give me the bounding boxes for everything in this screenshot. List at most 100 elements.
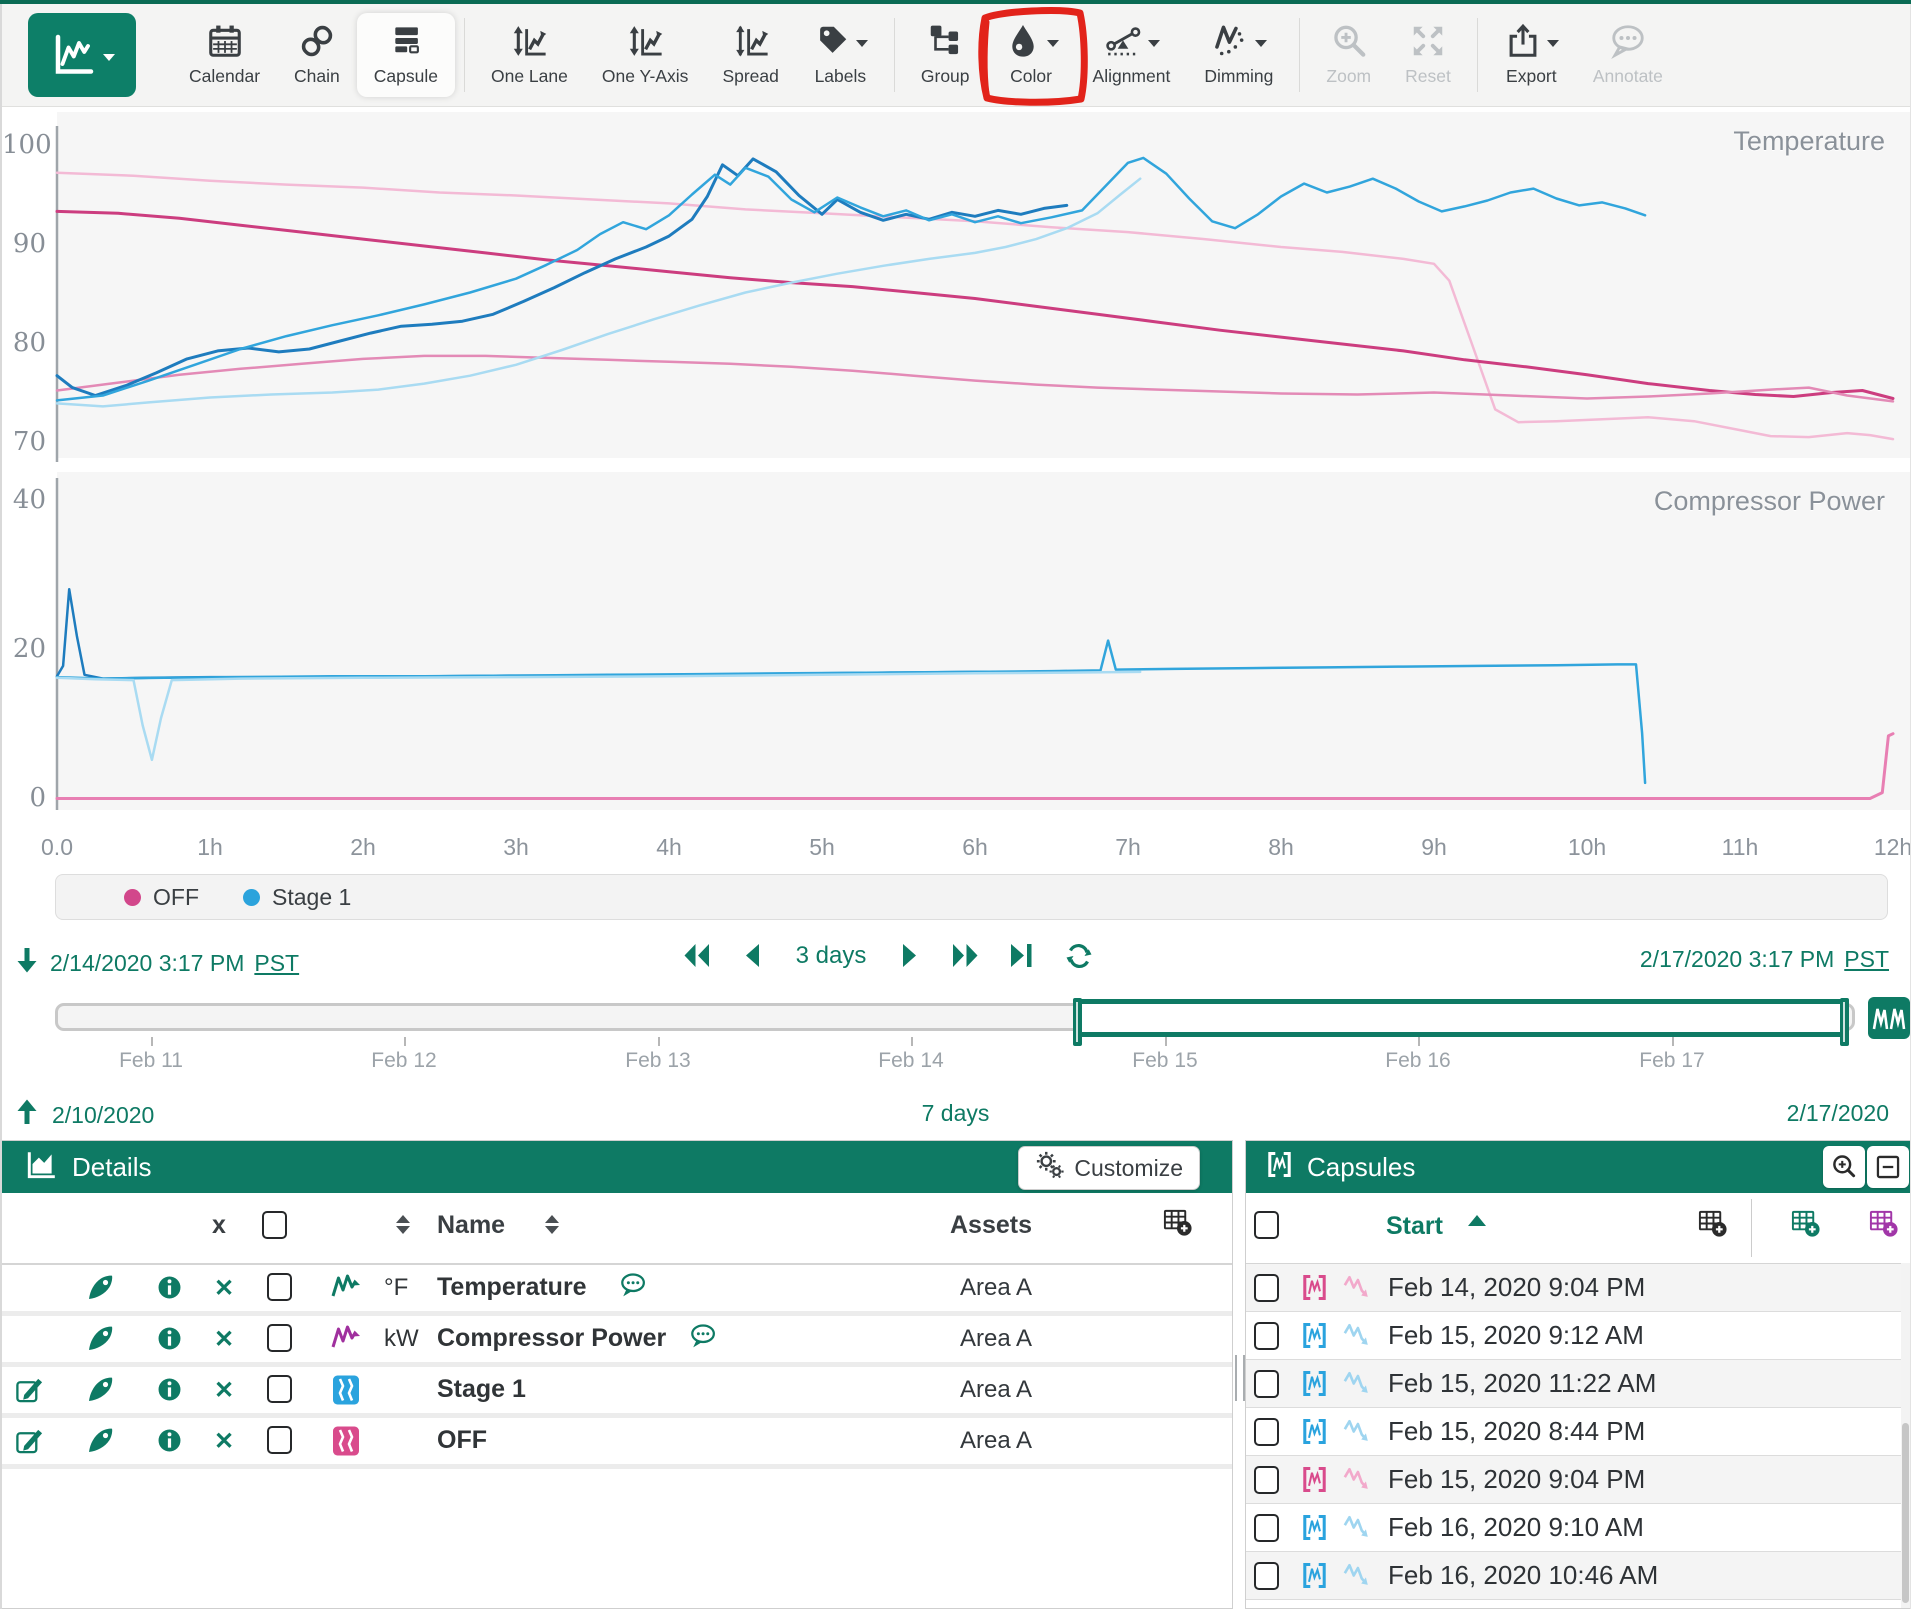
capsule-checkbox[interactable]	[1254, 1274, 1279, 1302]
step-forward-button[interactable]	[893, 942, 923, 970]
info-button[interactable]	[156, 1427, 183, 1459]
lane-temperature[interactable]	[50, 112, 1911, 468]
row-checkbox[interactable]	[267, 1324, 292, 1352]
remove-button[interactable]: ✕	[214, 1427, 234, 1456]
toolbar-button-labels[interactable]: Labels	[796, 13, 885, 97]
capsule-checkbox[interactable]	[1254, 1418, 1279, 1446]
info-button[interactable]	[156, 1325, 183, 1357]
capsule-start-time[interactable]: Feb 14, 2020 9:04 PM	[1388, 1272, 1645, 1303]
display-range-end[interactable]: 2/17/2020 3:17 PM PST	[1640, 946, 1889, 973]
customize-button[interactable]: Customize	[1018, 1146, 1200, 1190]
add-stat-column-magenta-button[interactable]	[1867, 1208, 1900, 1244]
capsule-start-time[interactable]: Feb 16, 2020 10:46 AM	[1388, 1560, 1658, 1591]
add-column-button[interactable]	[1161, 1207, 1194, 1243]
pin-button[interactable]	[84, 1323, 116, 1360]
details-row[interactable]: ✕ OFF Area A	[0, 1418, 1232, 1469]
lane-power[interactable]	[50, 472, 1911, 820]
slider-selection[interactable]	[1075, 999, 1847, 1037]
step-forward-large-button[interactable]	[950, 942, 980, 970]
capsule-row[interactable]: Feb 14, 2020 9:04 PM	[1246, 1264, 1911, 1312]
row-checkbox[interactable]	[267, 1375, 292, 1403]
capsule-start-time[interactable]: Feb 15, 2020 8:44 PM	[1388, 1416, 1645, 1447]
info-button[interactable]	[156, 1376, 183, 1408]
toolbar-button-dimming[interactable]: Dimming	[1187, 13, 1290, 97]
slider-handle-left[interactable]	[1073, 998, 1082, 1046]
details-row[interactable]: ✕ kW Compressor Power Area A	[0, 1316, 1232, 1367]
toolbar-button-calendar[interactable]: Calendar	[172, 13, 277, 97]
sort-toggle[interactable]	[545, 1215, 559, 1234]
annotate-button[interactable]	[689, 1322, 719, 1357]
legend-item[interactable]: Stage 1	[243, 884, 351, 911]
details-row[interactable]: ✕ °F Temperature Area A	[0, 1265, 1232, 1316]
remove-button[interactable]: ✕	[214, 1274, 234, 1303]
zoom-to-capsule-button[interactable]	[1823, 1146, 1865, 1188]
remove-button[interactable]: ✕	[214, 1376, 234, 1405]
add-column-button[interactable]	[1696, 1208, 1729, 1244]
row-checkbox[interactable]	[267, 1426, 292, 1454]
investigate-duration[interactable]: 7 days	[0, 1100, 1911, 1127]
capsule-checkbox[interactable]	[1254, 1562, 1279, 1590]
add-stat-column-green-button[interactable]	[1789, 1208, 1822, 1244]
toolbar-button-group[interactable]: Group	[904, 13, 987, 97]
capsule-start-time[interactable]: Feb 15, 2020 9:12 AM	[1388, 1320, 1644, 1351]
asset-label[interactable]: Area A	[960, 1427, 1032, 1455]
info-button[interactable]	[156, 1274, 183, 1306]
assets-column-header[interactable]: Assets	[950, 1211, 1032, 1240]
toolbar-button-one-y-axis[interactable]: One Y-Axis	[585, 13, 706, 97]
start-column-header[interactable]: Start	[1386, 1212, 1443, 1241]
display-range-start-text[interactable]: 2/14/2020 3:17 PM	[50, 950, 244, 977]
edit-button[interactable]	[14, 1374, 45, 1410]
trend-chart[interactable]: 100908070Temperature40200Compressor Powe…	[0, 106, 1911, 872]
splitter-grip-icon[interactable]	[1235, 1355, 1245, 1401]
toolbar-button-color[interactable]: Color	[987, 13, 1076, 97]
capsule-start-time[interactable]: Feb 15, 2020 9:04 PM	[1388, 1464, 1645, 1495]
toolbar-button-annotate[interactable]: Annotate	[1576, 13, 1680, 97]
capsule-row[interactable]: Feb 15, 2020 8:44 PM	[1246, 1408, 1911, 1456]
capsule-checkbox[interactable]	[1254, 1466, 1279, 1494]
item-name[interactable]: Compressor Power	[437, 1324, 666, 1353]
step-to-end-button[interactable]	[1007, 942, 1037, 970]
capsule-start-time[interactable]: Feb 16, 2020 9:10 AM	[1388, 1512, 1644, 1543]
step-back-large-button[interactable]	[682, 942, 712, 970]
details-row[interactable]: ✕ Stage 1 Area A	[0, 1367, 1232, 1418]
asset-label[interactable]: Area A	[960, 1274, 1032, 1302]
remove-all-column-header[interactable]: x	[212, 1211, 226, 1240]
refresh-button[interactable]	[1064, 942, 1094, 970]
pin-button[interactable]	[84, 1272, 116, 1309]
legend-item[interactable]: OFF	[124, 884, 199, 911]
panel-splitter[interactable]	[1233, 1140, 1245, 1609]
capsule-time-button[interactable]	[1868, 997, 1910, 1039]
row-checkbox[interactable]	[267, 1273, 292, 1301]
capsule-row[interactable]: Feb 15, 2020 9:04 PM	[1246, 1456, 1911, 1504]
timezone-link[interactable]: PST	[1844, 946, 1889, 973]
slider-handle-right[interactable]	[1840, 998, 1849, 1046]
toolbar-button-one-lane[interactable]: One Lane	[474, 13, 585, 97]
investigate-end-date[interactable]: 2/17/2020	[1787, 1100, 1889, 1127]
name-column-header[interactable]: Name	[437, 1211, 505, 1240]
toolbar-button-spread[interactable]: Spread	[705, 13, 795, 97]
toolbar-button-capsule[interactable]: Capsule	[357, 13, 455, 97]
annotate-button[interactable]	[619, 1271, 649, 1306]
pin-button[interactable]	[84, 1425, 116, 1462]
toolbar-button-reset[interactable]: Reset	[1388, 13, 1468, 97]
item-name[interactable]: Temperature	[437, 1273, 587, 1302]
capsule-row[interactable]: Feb 16, 2020 10:46 AM	[1246, 1552, 1911, 1600]
remove-button[interactable]: ✕	[214, 1325, 234, 1354]
toolbar-button-export[interactable]: Export	[1487, 13, 1576, 97]
scrollbar-thumb[interactable]	[1902, 1423, 1909, 1603]
collapse-panel-button[interactable]	[1867, 1146, 1909, 1188]
display-range-start[interactable]: 2/14/2020 3:17 PM PST	[14, 946, 299, 980]
asset-label[interactable]: Area A	[960, 1376, 1032, 1404]
capsule-row[interactable]	[1246, 1600, 1911, 1609]
toolbar-button-chain[interactable]: Chain	[277, 13, 357, 97]
toolbar-button-zoom[interactable]: Zoom	[1309, 13, 1388, 97]
sort-toggle[interactable]	[396, 1215, 410, 1234]
item-name[interactable]: OFF	[437, 1426, 487, 1455]
edit-button[interactable]	[14, 1425, 45, 1461]
capsules-scrollbar[interactable]	[1901, 1263, 1910, 1609]
range-duration-label[interactable]: 3 days	[796, 942, 867, 970]
select-all-checkbox[interactable]	[262, 1211, 287, 1239]
worksheet-view-dropdown[interactable]	[28, 13, 136, 97]
display-range-end-text[interactable]: 2/17/2020 3:17 PM	[1640, 946, 1834, 973]
timezone-link[interactable]: PST	[254, 950, 299, 977]
